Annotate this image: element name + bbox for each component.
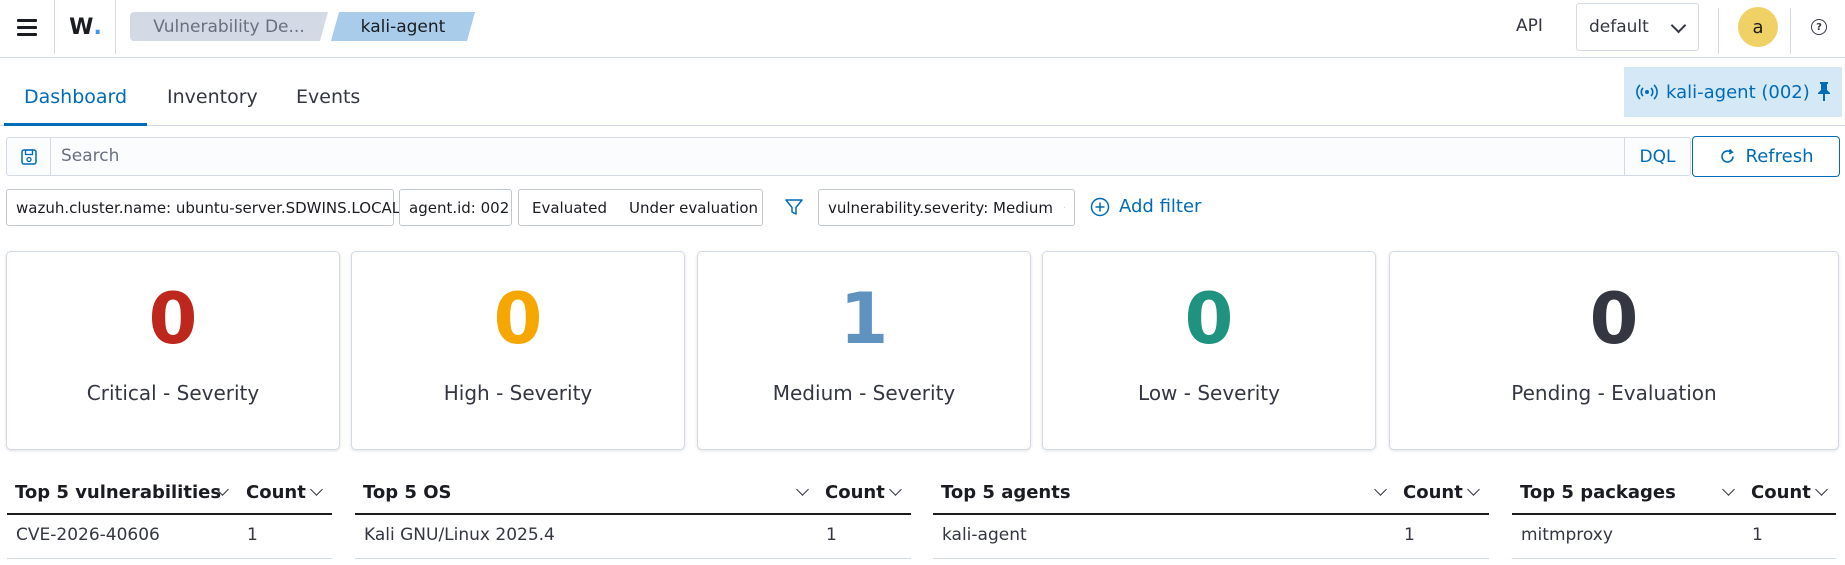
refresh-label: Refresh bbox=[1745, 146, 1814, 167]
help-icon[interactable]: ? bbox=[1811, 19, 1827, 35]
column-header-name[interactable]: Top 5 packages bbox=[1520, 482, 1676, 503]
card-medium[interactable]: 1 Medium - Severity bbox=[697, 251, 1031, 450]
search-bar: DQL bbox=[6, 137, 1691, 176]
close-icon[interactable] bbox=[1064, 202, 1065, 213]
cell-count: 1 bbox=[247, 525, 258, 545]
card-value: 0 bbox=[1589, 278, 1639, 360]
card-high[interactable]: 0 High - Severity bbox=[351, 251, 685, 450]
divider bbox=[1790, 8, 1791, 54]
top-header: W. Vulnerability De... kali-agent API de… bbox=[0, 0, 1845, 58]
toggle-under-evaluation[interactable]: Under evaluation bbox=[629, 199, 758, 217]
pin-icon[interactable] bbox=[1814, 80, 1834, 102]
broadcast-icon bbox=[1636, 84, 1658, 100]
column-header-name[interactable]: Top 5 OS bbox=[363, 482, 451, 503]
card-value: 1 bbox=[839, 278, 889, 360]
refresh-icon bbox=[1720, 148, 1734, 163]
plus-circle-icon bbox=[1090, 197, 1110, 216]
cell-name: CVE-2026-40606 bbox=[16, 525, 160, 545]
hamburger-menu-icon bbox=[17, 19, 37, 36]
pinned-agent-label: kali-agent (002) bbox=[1666, 81, 1810, 103]
menu-button[interactable] bbox=[0, 0, 55, 54]
card-label: Medium - Severity bbox=[772, 381, 956, 405]
add-filter-label: Add filter bbox=[1119, 196, 1202, 217]
card-label: Critical - Severity bbox=[86, 381, 260, 405]
tab-events[interactable]: Events bbox=[296, 86, 360, 108]
save-query-icon bbox=[20, 148, 37, 165]
tabs-bar: Dashboard Inventory Events kali-agent (0… bbox=[0, 58, 1845, 126]
query-language-toggle[interactable]: DQL bbox=[1624, 138, 1690, 175]
search-input[interactable] bbox=[61, 144, 1561, 168]
filter-pill-agent-id[interactable]: agent.id: 002 bbox=[399, 189, 512, 226]
active-tab-indicator bbox=[4, 123, 147, 126]
column-header-name[interactable]: Top 5 agents bbox=[941, 482, 1071, 503]
cell-count: 1 bbox=[826, 525, 837, 545]
pinned-agent-button[interactable]: kali-agent (002) bbox=[1624, 67, 1842, 117]
card-value: 0 bbox=[1184, 278, 1234, 360]
column-header-count[interactable]: Count bbox=[1751, 482, 1811, 503]
breadcrumb-vulnerability-detection[interactable]: Vulnerability De... bbox=[130, 12, 328, 41]
refresh-button[interactable]: Refresh bbox=[1692, 136, 1840, 177]
filter-pill-label: vulnerability.severity: Medium bbox=[828, 198, 1054, 217]
table-top-packages: Top 5 packages Count mitmproxy 1 bbox=[1512, 470, 1836, 565]
chevron-down-icon bbox=[1670, 17, 1687, 34]
table-top-os: Top 5 OS Count Kali GNU/Linux 2025.4 1 bbox=[355, 470, 911, 565]
evaluation-toggle-group: Evaluated Under evaluation bbox=[518, 189, 763, 226]
cell-name: mitmproxy bbox=[1521, 525, 1613, 545]
column-header-count[interactable]: Count bbox=[246, 482, 306, 503]
api-selector[interactable]: API bbox=[1516, 16, 1543, 36]
filter-pill-cluster[interactable]: wazuh.cluster.name: ubuntu-server.SDWINS… bbox=[6, 189, 400, 226]
breadcrumb-label: kali-agent bbox=[360, 16, 446, 37]
card-label: Low - Severity bbox=[1138, 381, 1280, 405]
card-pending[interactable]: 0 Pending - Evaluation bbox=[1389, 251, 1839, 450]
wazuh-logo[interactable]: W. bbox=[56, 0, 116, 54]
avatar[interactable]: a bbox=[1738, 7, 1778, 47]
divider bbox=[1718, 8, 1719, 54]
cell-count: 1 bbox=[1404, 525, 1415, 545]
card-label: High - Severity bbox=[443, 381, 593, 405]
card-low[interactable]: 0 Low - Severity bbox=[1042, 251, 1376, 450]
cell-name: Kali GNU/Linux 2025.4 bbox=[364, 525, 555, 545]
filter-icon[interactable] bbox=[784, 197, 804, 217]
cell-count: 1 bbox=[1752, 525, 1763, 545]
breadcrumb-kali-agent[interactable]: kali-agent bbox=[331, 12, 475, 41]
filter-pill-severity[interactable]: vulnerability.severity: Medium bbox=[818, 189, 1075, 226]
card-value: 0 bbox=[493, 278, 543, 360]
table-top-vulnerabilities: Top 5 vulnerabilities Count CVE-2026-406… bbox=[7, 470, 332, 565]
column-header-count[interactable]: Count bbox=[825, 482, 885, 503]
select-value: default bbox=[1589, 17, 1649, 37]
saved-query-button[interactable] bbox=[7, 138, 51, 175]
add-filter-button[interactable]: Add filter bbox=[1090, 196, 1201, 217]
index-pattern-select[interactable]: default bbox=[1576, 3, 1699, 51]
table-top-agents: Top 5 agents Count kali-agent 1 bbox=[933, 470, 1489, 565]
cell-name: kali-agent bbox=[942, 525, 1027, 545]
tab-dashboard[interactable]: Dashboard bbox=[24, 86, 127, 108]
card-critical[interactable]: 0 Critical - Severity bbox=[6, 251, 340, 450]
column-header-count[interactable]: Count bbox=[1403, 482, 1463, 503]
toggle-evaluated[interactable]: Evaluated bbox=[532, 199, 607, 217]
card-value: 0 bbox=[148, 278, 198, 360]
breadcrumb-label: Vulnerability De... bbox=[153, 16, 305, 37]
tab-inventory[interactable]: Inventory bbox=[167, 86, 258, 108]
card-label: Pending - Evaluation bbox=[1511, 381, 1717, 405]
column-header-name[interactable]: Top 5 vulnerabilities bbox=[15, 482, 221, 503]
